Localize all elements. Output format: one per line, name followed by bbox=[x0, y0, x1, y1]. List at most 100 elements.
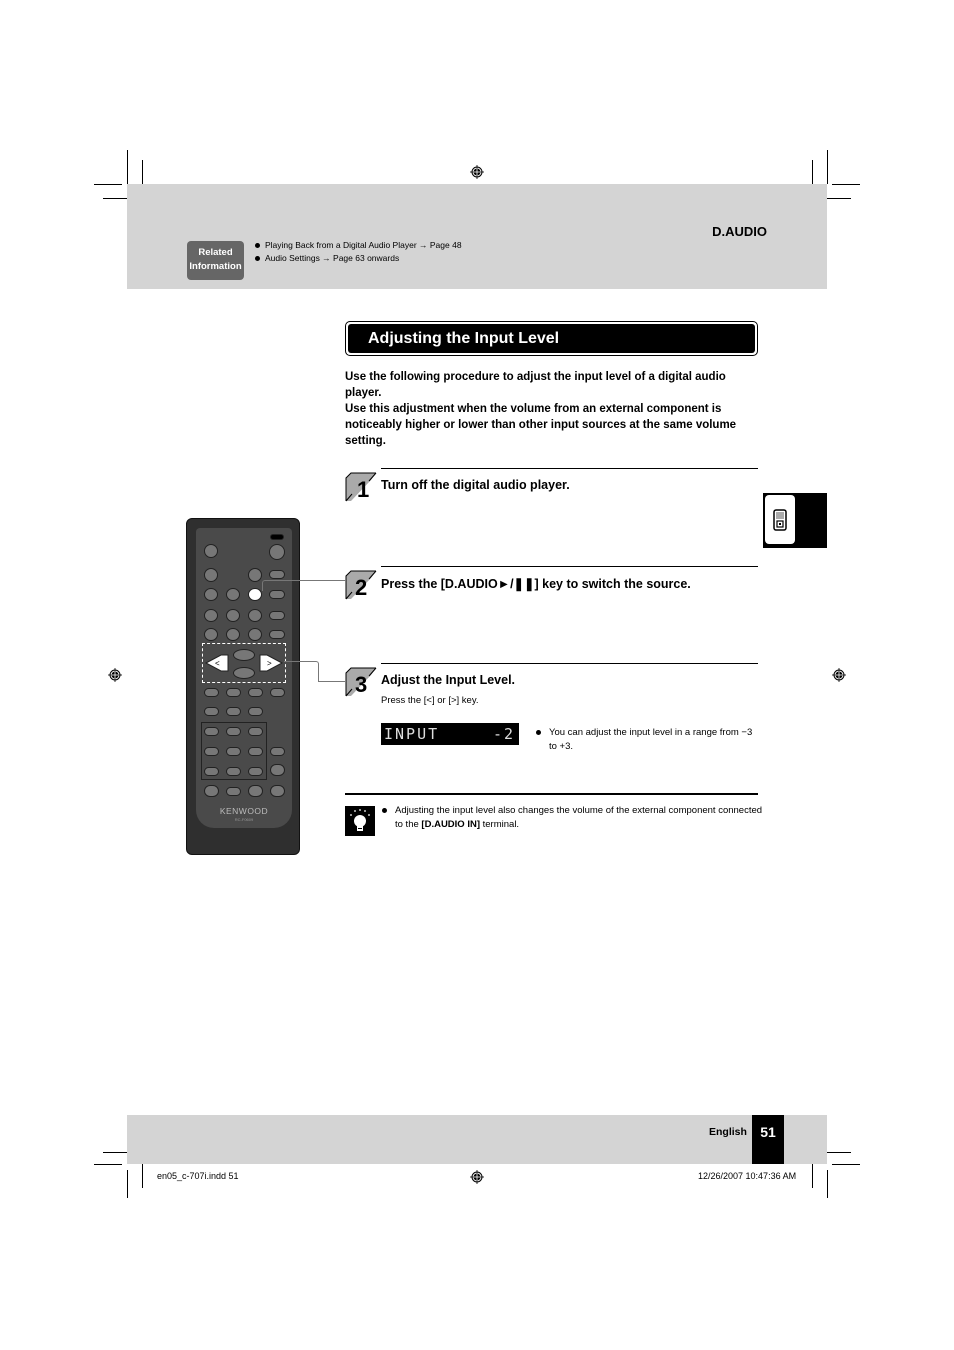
related-badge-line: Related bbox=[198, 247, 233, 258]
page-title: Adjusting the Input Level bbox=[348, 324, 755, 353]
remote-number-button bbox=[226, 747, 241, 756]
crop-mark bbox=[832, 184, 860, 185]
remote-number-button bbox=[204, 767, 219, 776]
remote-button bbox=[269, 570, 285, 579]
tip-divider bbox=[345, 793, 758, 795]
page-number: 51 bbox=[752, 1115, 784, 1164]
section-title-bar: Adjusting the Input Level bbox=[345, 321, 758, 356]
crop-mark bbox=[827, 1170, 828, 1198]
step-title: Press the [D.AUDIO►/❚❚] key to switch th… bbox=[381, 577, 691, 591]
side-tab-inner bbox=[765, 495, 795, 544]
crop-mark bbox=[103, 198, 127, 199]
remote-right-button: > bbox=[259, 654, 283, 672]
crop-mark bbox=[812, 1164, 813, 1188]
svg-text:3: 3 bbox=[355, 672, 367, 697]
step-title: Adjust the Input Level. bbox=[381, 673, 516, 687]
remote-button bbox=[204, 707, 219, 716]
remote-number-button bbox=[204, 727, 219, 736]
remote-button bbox=[226, 609, 240, 622]
intro-text: Use the following procedure to adjust th… bbox=[345, 369, 757, 449]
remote-button bbox=[226, 628, 240, 641]
lightbulb-icon bbox=[345, 806, 375, 836]
remote-button bbox=[204, 568, 218, 582]
remote-button bbox=[248, 688, 263, 697]
remote-number-button bbox=[226, 727, 241, 736]
digital-audio-player-icon bbox=[773, 509, 787, 531]
crop-mark bbox=[832, 1164, 860, 1165]
remote-button bbox=[269, 590, 285, 599]
crop-mark bbox=[103, 1152, 127, 1153]
remote-button bbox=[226, 688, 241, 697]
step-divider bbox=[381, 566, 758, 567]
remote-number-button bbox=[248, 727, 263, 736]
callout-line-step-3 bbox=[284, 661, 319, 682]
tip-text-part: terminal. bbox=[480, 819, 520, 830]
related-link[interactable]: Playing Back from a Digital Audio Player… bbox=[255, 239, 462, 252]
remote-button bbox=[269, 630, 285, 639]
intro-paragraph: Use the following procedure to adjust th… bbox=[345, 371, 726, 399]
step-note: You can adjust the input level in a rang… bbox=[536, 726, 759, 754]
step-number-1: 1 bbox=[345, 472, 377, 502]
callout-line-step-2 bbox=[262, 580, 346, 591]
remote-button bbox=[226, 707, 241, 716]
svg-text:<: < bbox=[215, 659, 220, 668]
section-label: D.AUDIO bbox=[712, 224, 767, 239]
slug-timestamp: 12/26/2007 10:47:36 AM bbox=[698, 1171, 797, 1181]
related-information-badge: Related Information bbox=[187, 241, 244, 280]
related-badge-line: Information bbox=[189, 261, 242, 272]
remote-button bbox=[270, 764, 285, 776]
crop-mark bbox=[827, 150, 828, 184]
remote-number-button bbox=[204, 747, 219, 756]
remote-control: < > KENWOOD RC-F0609 bbox=[186, 518, 300, 855]
section-side-tab[interactable] bbox=[763, 493, 827, 548]
remote-number-button bbox=[248, 747, 263, 756]
step-number-3: 3 bbox=[345, 667, 377, 697]
remote-button bbox=[248, 609, 262, 622]
crop-mark bbox=[94, 1164, 122, 1165]
remote-button bbox=[226, 588, 240, 601]
remote-button bbox=[204, 588, 218, 601]
intro-paragraph: Use this adjustment when the volume from… bbox=[345, 403, 737, 447]
remote-button bbox=[204, 609, 218, 622]
remote-number-button bbox=[226, 787, 241, 796]
lcd-display: INPUT -2 bbox=[381, 723, 519, 745]
related-link[interactable]: Audio Settings → Page 63 onwards bbox=[255, 252, 462, 265]
registration-mark-icon bbox=[470, 165, 484, 179]
related-links: Playing Back from a Digital Audio Player… bbox=[255, 239, 462, 265]
crop-mark bbox=[812, 160, 813, 184]
tip-terminal-name: [D.AUDIO IN] bbox=[421, 819, 480, 830]
svg-text:>: > bbox=[267, 659, 272, 668]
remote-button bbox=[270, 747, 285, 756]
page-language: English bbox=[709, 1126, 747, 1138]
slug-filename: en05_c-707i.indd 51 bbox=[157, 1171, 239, 1181]
remote-button bbox=[204, 544, 218, 558]
remote-button bbox=[270, 688, 285, 697]
step-instruction: Press the [<] or [>] key. bbox=[381, 695, 479, 706]
crop-mark bbox=[827, 198, 851, 199]
remote-d-audio-play-pause-button bbox=[248, 588, 262, 601]
crop-mark bbox=[827, 1152, 851, 1153]
remote-up-button bbox=[233, 649, 255, 661]
remote-button bbox=[248, 785, 263, 797]
remote-button bbox=[204, 785, 219, 797]
crop-mark bbox=[142, 1164, 143, 1188]
remote-brand: KENWOOD bbox=[219, 806, 269, 816]
lcd-label: INPUT bbox=[384, 725, 440, 743]
remote-number-button bbox=[226, 767, 241, 776]
crop-mark bbox=[142, 160, 143, 184]
remote-button bbox=[248, 628, 262, 641]
step-divider bbox=[381, 663, 758, 664]
remote-button bbox=[204, 688, 219, 697]
crop-mark bbox=[94, 184, 122, 185]
svg-text:2: 2 bbox=[355, 575, 367, 600]
crop-mark bbox=[127, 1170, 128, 1198]
step-number-2: 2 bbox=[345, 570, 377, 600]
remote-button bbox=[204, 628, 218, 641]
registration-mark-icon bbox=[108, 668, 122, 682]
footer-band bbox=[127, 1115, 827, 1164]
remote-down-button bbox=[233, 667, 255, 679]
remote-power-indicator bbox=[270, 534, 284, 540]
remote-number-button bbox=[248, 767, 263, 776]
remote-stop-button bbox=[269, 611, 285, 620]
lcd-value: -2 bbox=[492, 725, 515, 743]
